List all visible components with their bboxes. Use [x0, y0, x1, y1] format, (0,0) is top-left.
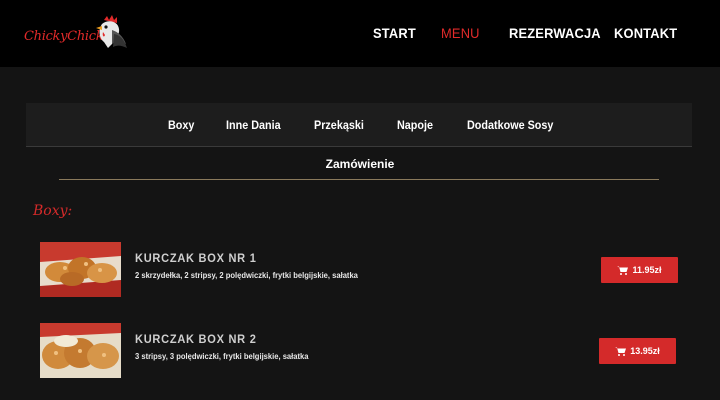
- nav-start[interactable]: START: [373, 25, 416, 41]
- tab-napoje[interactable]: Napoje: [397, 118, 433, 132]
- add-to-cart-button[interactable]: 13.95zł: [599, 338, 676, 364]
- price-label: 11.95zł: [632, 265, 662, 275]
- tab-boxy[interactable]: Boxy: [168, 118, 194, 132]
- nav-rezerwacja[interactable]: REZERWACJA: [509, 25, 601, 41]
- add-to-cart-button[interactable]: 11.95zł: [601, 257, 678, 283]
- product-name: KURCZAK BOX NR 1: [135, 251, 257, 265]
- tab-inne-dania[interactable]: Inne Dania: [226, 118, 281, 132]
- divider: [59, 179, 659, 180]
- product-description: 3 stripsy, 3 polędwiczki, frytki belgijs…: [135, 352, 309, 361]
- top-bar: ChickyChicken START MENU REZERWACJA KONT…: [0, 0, 720, 67]
- rooster-logo-icon: [96, 15, 127, 48]
- product-image: [40, 242, 121, 297]
- nav-kontakt[interactable]: KONTAKT: [614, 25, 677, 41]
- tab-przekaski[interactable]: Przekąski: [314, 118, 364, 132]
- product-item: KURCZAK BOX NR 2 3 stripsy, 3 polędwiczk…: [0, 323, 720, 379]
- product-description: 2 skrzydełka, 2 stripsy, 2 polędwiczki, …: [135, 271, 358, 280]
- cart-icon: [617, 266, 629, 275]
- product-image: [40, 323, 121, 378]
- cart-icon: [615, 347, 627, 356]
- product-name: KURCZAK BOX NR 2: [135, 332, 257, 346]
- nav-menu[interactable]: MENU: [441, 25, 480, 41]
- brand-logo[interactable]: ChickyChicken: [24, 14, 134, 54]
- product-item: KURCZAK BOX NR 1 2 skrzydełka, 2 stripsy…: [0, 242, 720, 298]
- price-label: 13.95zł: [630, 346, 660, 356]
- category-tabs: Boxy Inne Dania Przekąski Napoje Dodatko…: [26, 103, 692, 147]
- tab-zamowienie[interactable]: Zamówienie: [0, 157, 720, 171]
- section-title: Boxy:: [33, 203, 73, 219]
- tab-dodatkowe-sosy[interactable]: Dodatkowe Sosy: [467, 118, 553, 132]
